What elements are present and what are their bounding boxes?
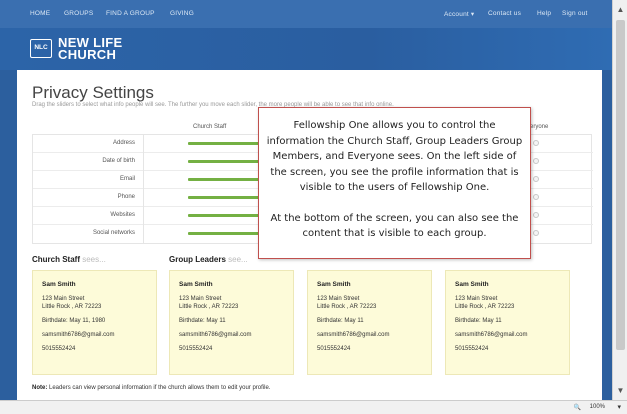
nav-giving[interactable]: GIVING <box>170 10 194 17</box>
slider-handle[interactable] <box>533 140 539 146</box>
profile-name: Sam Smith <box>179 281 213 288</box>
profile-city: Little Rock , AR 72223 <box>42 304 102 310</box>
profile-birthdate: Birthdate: May 11 <box>455 318 502 324</box>
profile-phone: 5015552424 <box>42 346 76 352</box>
row-label: Email <box>119 176 135 182</box>
profile-city: Little Rock , AR 72223 <box>317 304 377 310</box>
profile-email: samsmith6786@gmail.com <box>179 332 252 338</box>
profile-city: Little Rock , AR 72223 <box>455 304 515 310</box>
group-heading-church-staff: Church Staff sees... <box>32 255 106 264</box>
callout-paragraph-2: At the bottom of the screen, you can als… <box>270 212 519 240</box>
top-navigation: HOME GROUPS FIND A GROUP GIVING Account … <box>0 0 612 28</box>
row-label: Date of birth <box>102 158 135 164</box>
profile-city: Little Rock , AR 72223 <box>179 304 239 310</box>
profile-card-group-members: Sam Smith 123 Main Street Little Rock , … <box>307 270 432 375</box>
profile-street: 123 Main Street <box>42 296 85 302</box>
vertical-scrollbar[interactable]: ▲ ▼ <box>612 0 627 400</box>
group-heading-group-leaders: Group Leaders see... <box>169 255 248 264</box>
scrollbar-thumb[interactable] <box>616 20 625 350</box>
scroll-down-icon[interactable]: ▼ <box>613 383 627 398</box>
profile-birthdate: Birthdate: May 11 <box>317 318 364 324</box>
profile-email: samsmith6786@gmail.com <box>42 332 115 338</box>
browser-status-bar: 🔍 100% ▾ <box>0 400 627 414</box>
nav-groups[interactable]: GROUPS <box>64 10 93 17</box>
slider-handle[interactable] <box>533 212 539 218</box>
row-label: Phone <box>117 194 135 200</box>
profile-name: Sam Smith <box>455 281 489 288</box>
row-label: Address <box>112 140 135 146</box>
slider-handle[interactable] <box>533 230 539 236</box>
row-label: Websites <box>110 212 135 218</box>
slider-handle[interactable] <box>533 176 539 182</box>
column-header-church-staff: Church Staff <box>193 124 227 130</box>
zoom-icon[interactable]: 🔍 <box>574 404 581 411</box>
nav-sign-out[interactable]: Sign out <box>562 10 587 17</box>
profile-name: Sam Smith <box>317 281 351 288</box>
page-title: Privacy Settings <box>32 83 154 102</box>
profile-card-group-leaders: Sam Smith 123 Main Street Little Rock , … <box>169 270 294 375</box>
brand-name-line2: CHURCH <box>58 47 117 62</box>
profile-card-church-staff: Sam Smith 123 Main Street Little Rock , … <box>32 270 157 375</box>
row-label: Social networks <box>92 230 135 236</box>
nav-contact-us[interactable]: Contact us <box>488 10 521 17</box>
site-header: NLC NEW LIFE CHURCH <box>0 28 612 70</box>
profile-email: samsmith6786@gmail.com <box>317 332 390 338</box>
profile-street: 123 Main Street <box>179 296 222 302</box>
privacy-note: Note: Leaders can view personal informat… <box>32 385 271 391</box>
profile-phone: 5015552424 <box>317 346 351 352</box>
tutorial-callout: Fellowship One allows you to control the… <box>258 107 531 259</box>
slider-handle[interactable] <box>533 158 539 164</box>
chevron-down-icon: ▾ <box>470 11 475 18</box>
nav-find-a-group[interactable]: FIND A GROUP <box>106 10 155 17</box>
profile-phone: 5015552424 <box>455 346 489 352</box>
profile-street: 123 Main Street <box>455 296 498 302</box>
callout-paragraph-1: Fellowship One allows you to control the… <box>266 120 523 193</box>
scroll-up-icon[interactable]: ▲ <box>613 2 627 17</box>
profile-birthdate: Birthdate: May 11 <box>179 318 226 324</box>
profile-email: samsmith6786@gmail.com <box>455 332 528 338</box>
zoom-level[interactable]: 100% <box>590 404 605 410</box>
profile-name: Sam Smith <box>42 281 76 288</box>
nav-account[interactable]: Account ▾ <box>444 10 474 18</box>
nav-home[interactable]: HOME <box>30 10 50 17</box>
chevron-down-icon[interactable]: ▾ <box>617 403 621 411</box>
profile-birthdate: Birthdate: May 11, 1980 <box>42 318 106 324</box>
nav-help[interactable]: Help <box>537 10 551 17</box>
church-logo-icon[interactable]: NLC <box>30 39 52 58</box>
profile-street: 123 Main Street <box>317 296 360 302</box>
profile-card-everyone: Sam Smith 123 Main Street Little Rock , … <box>445 270 570 375</box>
slider-handle[interactable] <box>533 194 539 200</box>
profile-phone: 5015552424 <box>179 346 213 352</box>
